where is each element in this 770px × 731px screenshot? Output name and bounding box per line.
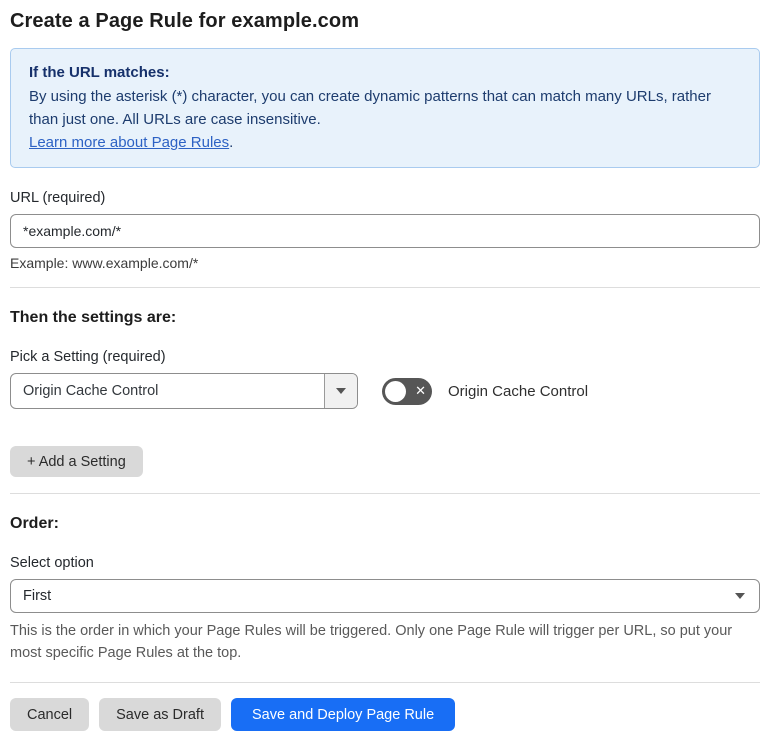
settings-section-heading: Then the settings are: <box>10 309 177 326</box>
url-field-label: URL (required) <box>10 190 106 206</box>
order-help-text: This is the order in which your Page Rul… <box>10 623 733 661</box>
info-box-heading: If the URL matches: <box>29 64 170 81</box>
link-suffix: . <box>229 134 234 151</box>
setting-row: Origin Cache Control ✕ Origin Cache Cont… <box>10 373 760 409</box>
info-box-link-line: Learn more about Page Rules. <box>29 131 741 154</box>
save-and-deploy-button[interactable]: Save and Deploy Page Rule <box>230 698 456 731</box>
order-select-value: First <box>23 588 52 604</box>
pick-setting-label: Pick a Setting (required) <box>10 349 166 365</box>
divider <box>10 682 760 683</box>
page-title: Create a Page Rule for example.com <box>10 10 360 32</box>
toggle-label: Origin Cache Control <box>448 382 589 400</box>
toggle-knob <box>385 380 406 402</box>
order-select[interactable]: First <box>10 579 760 613</box>
order-section-heading: Order: <box>10 515 59 532</box>
chevron-down-icon <box>735 593 745 599</box>
url-match-info-box: If the URL matches: By using the asteris… <box>10 48 760 168</box>
setting-dropdown[interactable]: Origin Cache Control <box>10 373 358 409</box>
add-setting-button[interactable]: + Add a Setting <box>10 446 143 477</box>
divider <box>10 287 760 288</box>
page-rule-form: Create a Page Rule for example.com If th… <box>0 0 770 731</box>
order-select-label: Select option <box>10 555 94 571</box>
info-box-body: By using the asterisk (*) character, you… <box>29 88 711 128</box>
url-input[interactable] <box>10 214 760 248</box>
url-example-text: Example: www.example.com/* <box>10 255 199 271</box>
footer-actions: Cancel Save as Draft Save and Deploy Pag… <box>10 698 760 731</box>
learn-more-link[interactable]: Learn more about Page Rules <box>29 134 229 151</box>
setting-dropdown-arrow-button[interactable] <box>324 374 357 408</box>
setting-dropdown-value: Origin Cache Control <box>23 383 159 399</box>
chevron-down-icon <box>336 388 346 394</box>
origin-cache-control-toggle[interactable]: ✕ <box>382 377 432 405</box>
save-as-draft-button[interactable]: Save as Draft <box>99 698 221 731</box>
divider <box>10 493 760 494</box>
x-icon: ✕ <box>415 383 426 399</box>
cancel-button[interactable]: Cancel <box>10 698 90 731</box>
